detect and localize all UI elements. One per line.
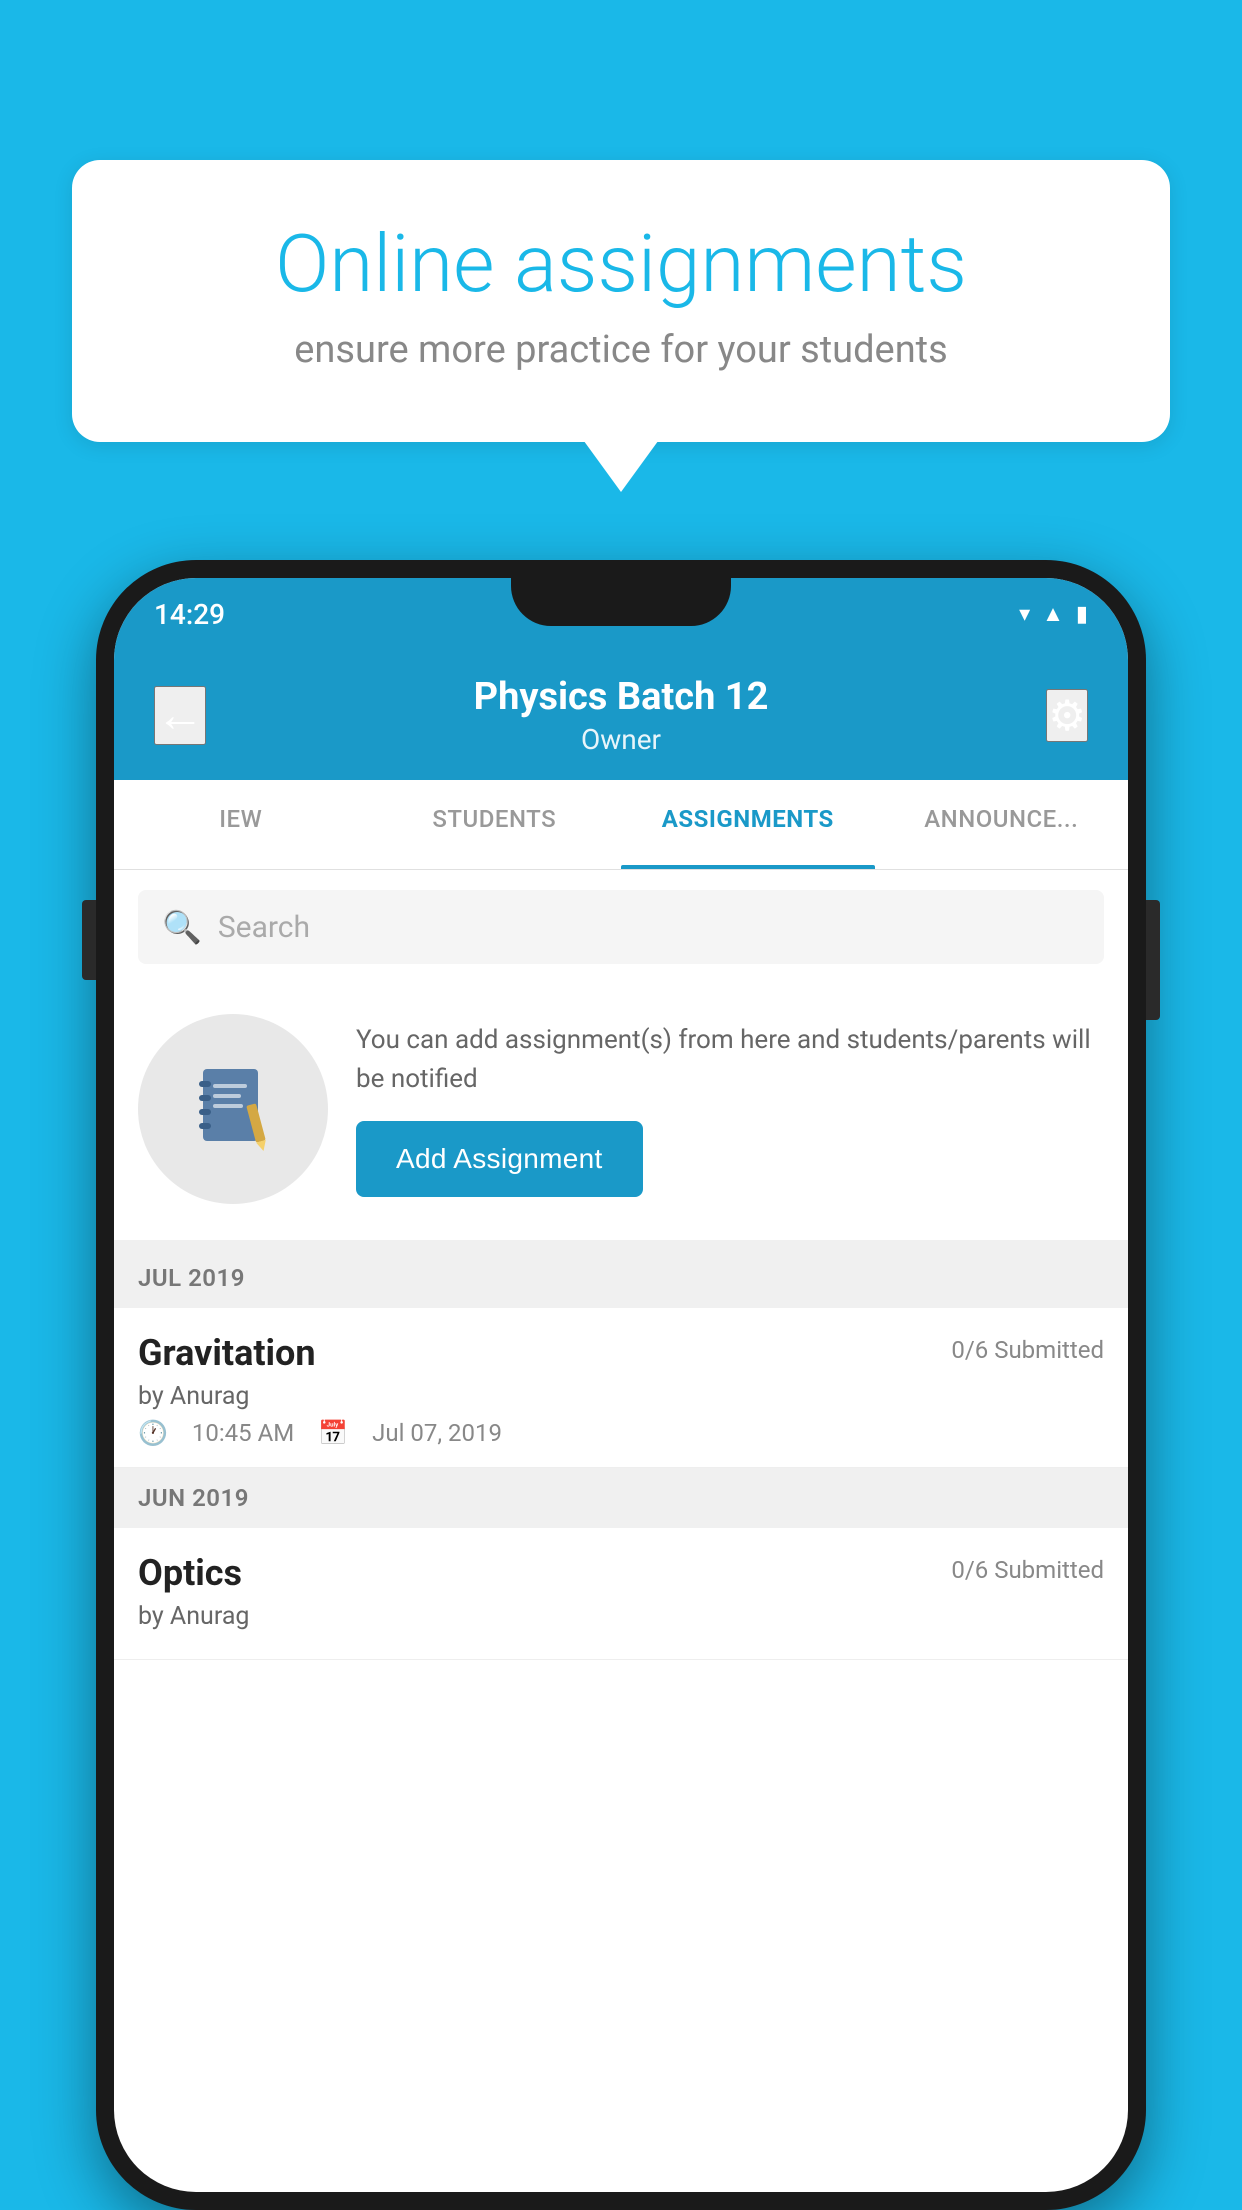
header-subtitle: Owner <box>474 723 769 756</box>
calendar-icon: 📅 <box>318 1419 348 1447</box>
signal-icon: ▲ <box>1042 601 1064 627</box>
add-assignment-description: You can add assignment(s) from here and … <box>356 1021 1104 1099</box>
search-container: 🔍 Search <box>114 870 1128 984</box>
assignment-item-header: Gravitation 0/6 Submitted <box>138 1332 1104 1374</box>
assignment-name-optics: Optics <box>138 1552 242 1594</box>
assignment-submitted-gravitation: 0/6 Submitted <box>951 1336 1104 1364</box>
assignment-date-gravitation: Jul 07, 2019 <box>372 1419 502 1447</box>
notebook-icon <box>183 1059 283 1159</box>
add-assignment-content: You can add assignment(s) from here and … <box>356 1021 1104 1197</box>
header-title: Physics Batch 12 <box>474 675 769 719</box>
speech-bubble-container: Online assignments ensure more practice … <box>72 160 1170 442</box>
search-icon: 🔍 <box>162 908 202 946</box>
phone-notch <box>511 578 731 626</box>
tab-iew[interactable]: IEW <box>114 780 368 869</box>
tab-students[interactable]: STUDENTS <box>368 780 622 869</box>
assignment-icon-circle <box>138 1014 328 1204</box>
search-placeholder: Search <box>218 910 310 945</box>
phone-mockup: 14:29 ▾ ▲ ▮ ← Physics Batch 12 Owner ⚙ I… <box>96 560 1146 2210</box>
assignment-by-gravitation: by Anurag <box>138 1382 1104 1411</box>
tab-assignments[interactable]: ASSIGNMENTS <box>621 780 875 869</box>
add-assignment-button[interactable]: Add Assignment <box>356 1121 643 1197</box>
tab-announcements[interactable]: ANNOUNCE... <box>875 780 1129 869</box>
assignment-item-gravitation[interactable]: Gravitation 0/6 Submitted by Anurag 🕐 10… <box>114 1308 1128 1468</box>
assignment-date-row-gravitation: 🕐 10:45 AM 📅 Jul 07, 2019 <box>138 1419 1104 1447</box>
section-header-jun: JUN 2019 <box>114 1468 1128 1528</box>
phone-inner: 14:29 ▾ ▲ ▮ ← Physics Batch 12 Owner ⚙ I… <box>114 578 1128 2192</box>
battery-icon: ▮ <box>1076 602 1088 627</box>
header-title-block: Physics Batch 12 Owner <box>474 675 769 756</box>
assignment-item-header-optics: Optics 0/6 Submitted <box>138 1552 1104 1594</box>
assignment-submitted-optics: 0/6 Submitted <box>951 1556 1104 1584</box>
app-header: ← Physics Batch 12 Owner ⚙ <box>114 650 1128 780</box>
assignment-time-gravitation: 10:45 AM <box>192 1419 294 1447</box>
assignment-item-optics[interactable]: Optics 0/6 Submitted by Anurag <box>114 1528 1128 1660</box>
speech-bubble-subtitle: ensure more practice for your students <box>142 328 1100 372</box>
search-input-wrap[interactable]: 🔍 Search <box>138 890 1104 964</box>
assignment-name-gravitation: Gravitation <box>138 1332 316 1374</box>
settings-button[interactable]: ⚙ <box>1046 689 1088 742</box>
clock-icon: 🕐 <box>138 1419 168 1447</box>
phone-outer: 14:29 ▾ ▲ ▮ ← Physics Batch 12 Owner ⚙ I… <box>96 560 1146 2210</box>
section-header-jul: JUL 2019 <box>114 1248 1128 1308</box>
speech-bubble: Online assignments ensure more practice … <box>72 160 1170 442</box>
assignment-by-optics: by Anurag <box>138 1602 1104 1631</box>
status-icons: ▾ ▲ ▮ <box>1019 601 1088 627</box>
add-assignment-section: You can add assignment(s) from here and … <box>114 984 1128 1248</box>
tab-bar: IEW STUDENTS ASSIGNMENTS ANNOUNCE... <box>114 780 1128 870</box>
status-time: 14:29 <box>154 598 225 631</box>
back-button[interactable]: ← <box>154 686 206 745</box>
speech-bubble-title: Online assignments <box>142 220 1100 308</box>
wifi-icon: ▾ <box>1019 602 1030 627</box>
